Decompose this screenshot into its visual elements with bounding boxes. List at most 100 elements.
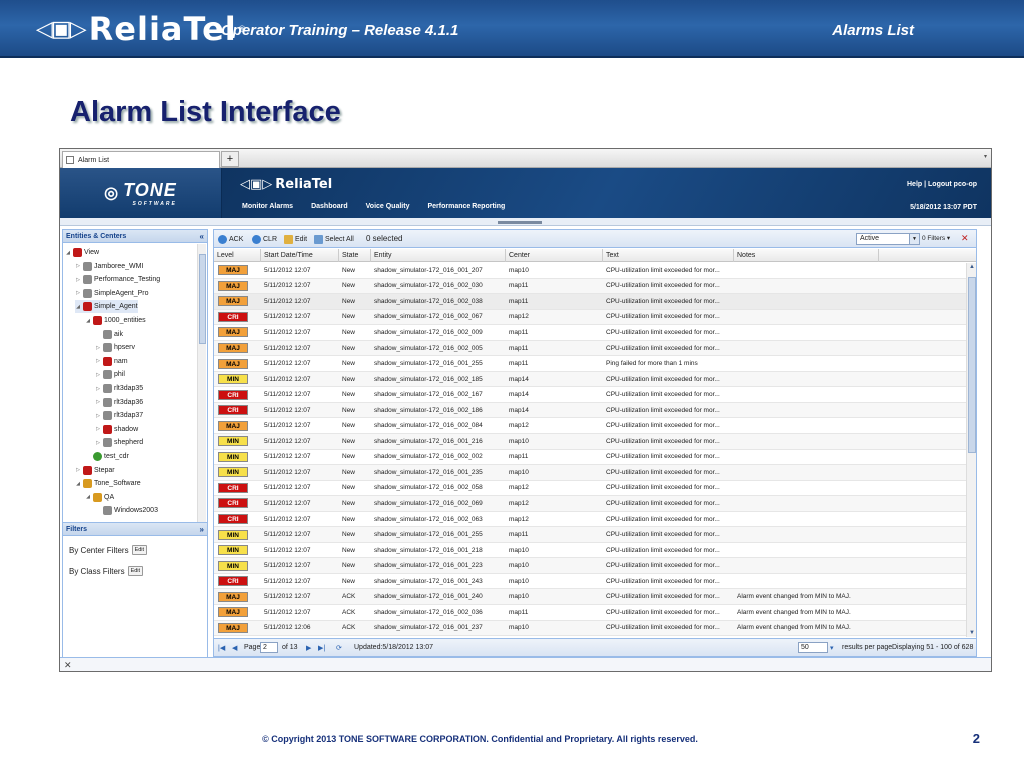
table-row[interactable]: MIN 5/11/2012 12:07 New shadow_simulator-17… xyxy=(214,450,966,466)
col-center[interactable]: Center xyxy=(506,249,603,262)
tree-item[interactable]: ◢ Simple_Agent xyxy=(75,300,138,314)
tree-toggle-icon[interactable]: ▷ xyxy=(75,277,81,283)
tree-item[interactable]: ▷ Jamboree_WMI xyxy=(75,260,143,273)
table-row[interactable]: MIN 5/11/2012 12:07 New shadow_simulator-17… xyxy=(214,465,966,481)
col-entity[interactable]: Entity xyxy=(371,249,506,262)
table-row[interactable]: MAJ 5/11/2012 12:07 ACK shadow_simulator-17… xyxy=(214,605,966,621)
tree-toggle-icon[interactable]: ▷ xyxy=(95,345,101,351)
last-page-icon[interactable]: ▶| xyxy=(318,644,325,652)
refresh-icon[interactable]: ⟳ xyxy=(336,644,342,652)
grid-scrollbar[interactable]: ▲ ▼ xyxy=(966,263,976,637)
tree-item[interactable]: ▷ shadow xyxy=(95,423,138,436)
tree-item[interactable]: ◢ View xyxy=(65,246,99,259)
table-row[interactable]: CRI 5/11/2012 12:07 New shadow_simulator-17… xyxy=(214,512,966,528)
table-row[interactable]: CRI 5/11/2012 12:07 New shadow_simulator-17… xyxy=(214,309,966,326)
clear-filter-icon[interactable]: ✕ xyxy=(961,233,969,244)
tree-item[interactable]: ▷ Performance_Testing xyxy=(75,273,160,286)
ack-button[interactable]: ACK xyxy=(218,233,243,245)
table-row[interactable]: MAJ 5/11/2012 12:07 New shadow_simulator-17… xyxy=(214,263,966,279)
tree-item[interactable]: ◢ 1000_entities xyxy=(85,314,146,327)
nav-monitor-alarms[interactable]: Monitor Alarms xyxy=(242,203,293,210)
table-row[interactable]: MAJ 5/11/2012 12:07 New shadow_simulator-17… xyxy=(214,418,966,435)
tab-alarm-list[interactable]: Alarm List xyxy=(62,151,220,168)
tree-toggle-icon[interactable]: ▷ xyxy=(75,263,81,269)
clr-button[interactable]: CLR xyxy=(252,233,277,245)
table-row[interactable]: MIN 5/11/2012 12:07 New shadow_simulator-17… xyxy=(214,527,966,543)
table-row[interactable]: MAJ 5/11/2012 12:07 New shadow_simulator-17… xyxy=(214,340,966,357)
tree-toggle-icon[interactable]: ▷ xyxy=(95,413,101,419)
table-row[interactable]: MAJ 5/11/2012 12:07 New shadow_simulator-17… xyxy=(214,294,966,310)
tree-item[interactable]: ▷ rlt3dap37 xyxy=(95,409,143,422)
nav-performance-reporting[interactable]: Performance Reporting xyxy=(427,203,505,210)
table-row[interactable]: CRI 5/11/2012 12:07 New shadow_simulator-17… xyxy=(214,387,966,403)
collapse-panel-icon[interactable]: « xyxy=(200,230,204,243)
table-row[interactable]: MAJ 5/11/2012 12:07 ACK shadow_simulator-17… xyxy=(214,589,966,606)
tree-toggle-icon[interactable]: ▷ xyxy=(95,399,101,405)
tree-item[interactable]: ▷ SimpleAgent_Pro xyxy=(75,287,148,300)
scroll-up-icon[interactable]: ▲ xyxy=(967,264,977,270)
next-page-icon[interactable]: ▶ xyxy=(306,644,311,652)
tree-item[interactable]: ▷ rlt3dap36 xyxy=(95,396,143,409)
close-icon[interactable]: ✕ xyxy=(64,660,72,671)
expand-filters-icon[interactable]: » xyxy=(200,523,204,536)
add-tab-button[interactable]: + xyxy=(221,151,239,167)
tree-toggle-icon[interactable]: ◢ xyxy=(75,304,81,310)
tree-toggle-icon[interactable]: ◢ xyxy=(85,318,91,324)
prev-page-icon[interactable]: ◀ xyxy=(232,644,237,652)
table-row[interactable]: MAJ 5/11/2012 12:07 New shadow_simulator-17… xyxy=(214,278,966,295)
tree-scroll-thumb[interactable] xyxy=(199,254,206,344)
splitter-grip-icon[interactable] xyxy=(498,221,542,224)
nav-voice-quality[interactable]: Voice Quality xyxy=(366,203,410,210)
tree-item[interactable]: ▷ hpserv xyxy=(95,341,135,354)
table-row[interactable]: MIN 5/11/2012 12:07 New shadow_simulator-17… xyxy=(214,543,966,559)
chevron-down-icon[interactable]: ▼ xyxy=(909,234,919,244)
tree-toggle-icon[interactable]: ▷ xyxy=(95,358,101,364)
table-row[interactable]: CRI 5/11/2012 12:07 New shadow_simulator-17… xyxy=(214,402,966,419)
grid-scroll-thumb[interactable] xyxy=(968,277,976,453)
table-row[interactable]: MIN 5/11/2012 12:07 New shadow_simulator-17… xyxy=(214,558,966,574)
filters-menu[interactable]: 0 Filters ▾ xyxy=(922,234,950,242)
tree-item[interactable]: Windows2003 xyxy=(95,504,158,517)
first-page-icon[interactable]: |◀ xyxy=(218,644,225,652)
tree-toggle-icon[interactable]: ▷ xyxy=(75,467,81,473)
tree-toggle-icon[interactable]: ▷ xyxy=(95,426,101,432)
nav-dashboard[interactable]: Dashboard xyxy=(311,203,348,210)
tree-toggle-icon[interactable]: ◢ xyxy=(85,494,91,500)
table-row[interactable]: CRI 5/11/2012 12:07 New shadow_simulator-17… xyxy=(214,574,966,590)
tree-item[interactable]: ▷ rlt3dap35 xyxy=(95,382,143,395)
table-row[interactable]: MAJ 5/11/2012 12:06 ACK shadow_simulator-17… xyxy=(214,620,966,637)
per-page-chevron-icon[interactable]: ▾ xyxy=(830,644,834,652)
page-input[interactable]: 2 xyxy=(260,642,278,653)
table-row[interactable]: MIN 5/11/2012 12:07 New shadow_simulator-17… xyxy=(214,434,966,450)
tab-menu-icon[interactable]: ▾ xyxy=(984,153,987,160)
tree-item[interactable]: ◢ QA xyxy=(85,491,114,504)
select-all-button[interactable]: Select All xyxy=(314,233,354,245)
tree-toggle-icon[interactable]: ▷ xyxy=(95,372,101,378)
per-page-select[interactable]: 50 xyxy=(798,642,828,653)
tree-item[interactable]: aik xyxy=(95,328,123,341)
tree-scrollbar[interactable] xyxy=(197,244,206,524)
table-row[interactable]: CRI 5/11/2012 12:07 New shadow_simulator-17… xyxy=(214,496,966,512)
edit-button[interactable]: Edit xyxy=(284,233,307,245)
tree-item[interactable]: ◢ Tone_Software xyxy=(75,477,141,490)
edit-class-filters-button[interactable]: Edit xyxy=(127,566,144,576)
tree-item[interactable]: ▷ Stepar xyxy=(75,464,115,477)
tree-toggle-icon[interactable]: ▷ xyxy=(95,440,101,446)
col-state[interactable]: State xyxy=(339,249,371,262)
col-level[interactable]: Level xyxy=(214,249,261,262)
table-row[interactable]: CRI 5/11/2012 12:07 New shadow_simulator-17… xyxy=(214,481,966,497)
tree-item[interactable]: ▷ nam xyxy=(95,355,128,368)
table-row[interactable]: MIN 5/11/2012 12:07 New shadow_simulator-17… xyxy=(214,371,966,388)
tree-item[interactable]: test_cdr xyxy=(85,450,129,463)
col-start-time[interactable]: Start Date/Time xyxy=(261,249,339,262)
table-row[interactable]: MAJ 5/11/2012 12:07 New shadow_simulator-17… xyxy=(214,325,966,341)
tree-toggle-icon[interactable]: ▷ xyxy=(95,386,101,392)
tree-toggle-icon[interactable]: ◢ xyxy=(65,250,71,256)
tree-item[interactable]: ▷ phil xyxy=(95,368,125,381)
tree-toggle-icon[interactable]: ▷ xyxy=(75,290,81,296)
state-select[interactable]: Active ▼ xyxy=(856,233,920,245)
col-notes[interactable]: Notes xyxy=(734,249,879,262)
header-splitter[interactable] xyxy=(60,218,991,226)
edit-center-filters-button[interactable]: Edit xyxy=(131,545,148,555)
table-row[interactable]: MAJ 5/11/2012 12:07 New shadow_simulator-17… xyxy=(214,356,966,372)
